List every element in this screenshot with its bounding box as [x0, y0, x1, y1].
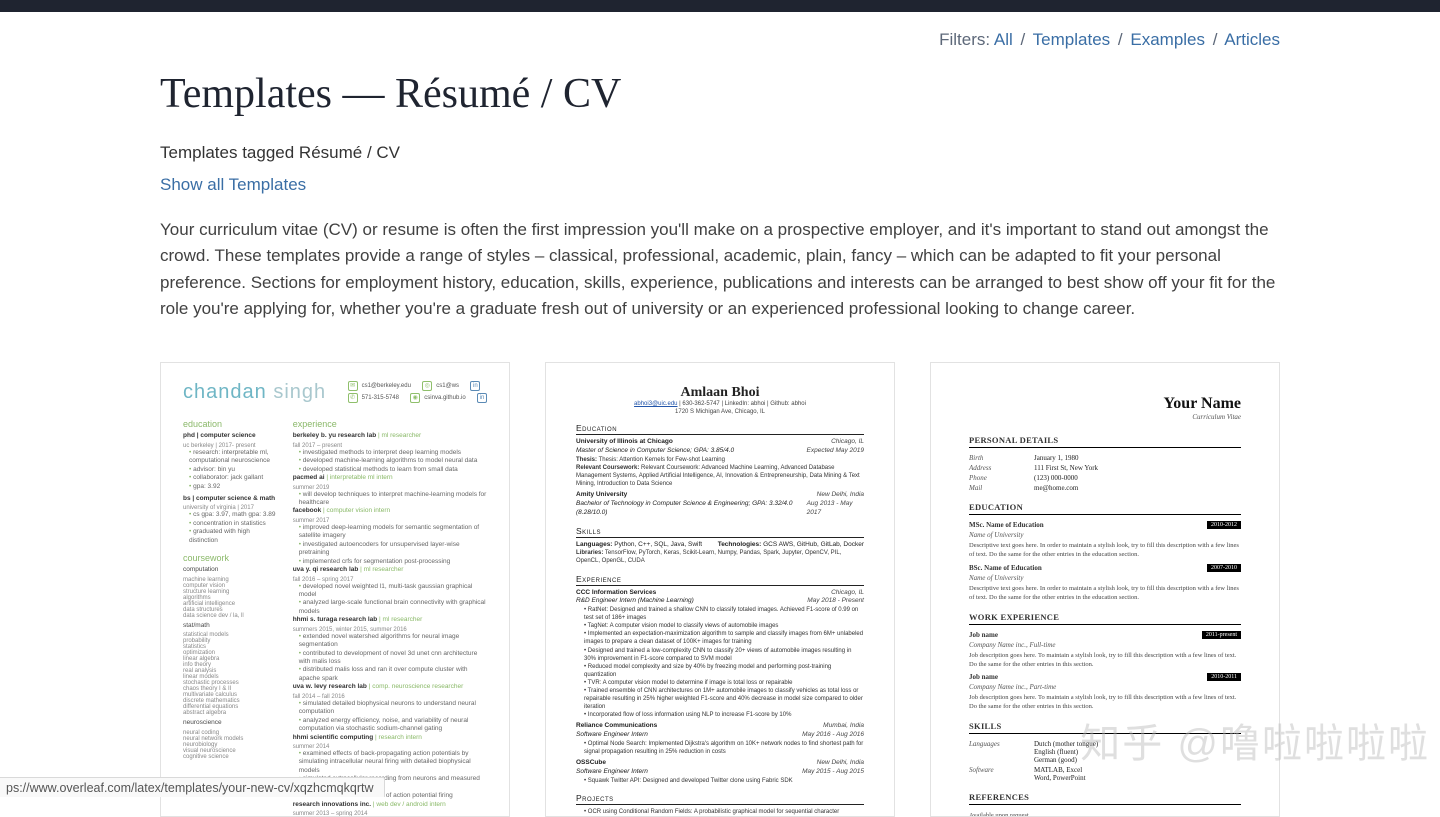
- filters-label: Filters:: [939, 30, 990, 49]
- top-nav-bar: [0, 0, 1440, 12]
- page-description: Your curriculum vitae (CV) or resume is …: [160, 217, 1280, 322]
- filter-all[interactable]: All: [994, 30, 1013, 49]
- filter-examples[interactable]: Examples: [1130, 30, 1205, 49]
- template-card-2[interactable]: Amlaan Bhoi abhoi3@uic.edu | 630-362-574…: [545, 362, 895, 817]
- filter-articles[interactable]: Articles: [1224, 30, 1280, 49]
- templates-grid: chandan singh ✉cs1@berkeley.edu ◎cs1@ws …: [160, 362, 1280, 817]
- t1-name: chandan singh: [183, 381, 326, 404]
- browser-status-url: ps://www.overleaf.com/latex/templates/yo…: [0, 777, 385, 797]
- template-card-3[interactable]: Your Name Curriculum Vitae Personal Deta…: [930, 362, 1280, 817]
- filters-row: Filters: All / Templates / Examples / Ar…: [160, 12, 1280, 60]
- filter-templates[interactable]: Templates: [1033, 30, 1110, 49]
- template-card-1[interactable]: chandan singh ✉cs1@berkeley.edu ◎cs1@ws …: [160, 362, 510, 817]
- page-subtitle: Templates tagged Résumé / CV: [160, 143, 1280, 163]
- page-title: Templates — Résumé / CV: [160, 70, 1280, 118]
- t1-contact: ✉cs1@berkeley.edu ◎cs1@ws in ✆571-315-57…: [348, 381, 487, 405]
- show-all-templates-link[interactable]: Show all Templates: [160, 175, 1280, 195]
